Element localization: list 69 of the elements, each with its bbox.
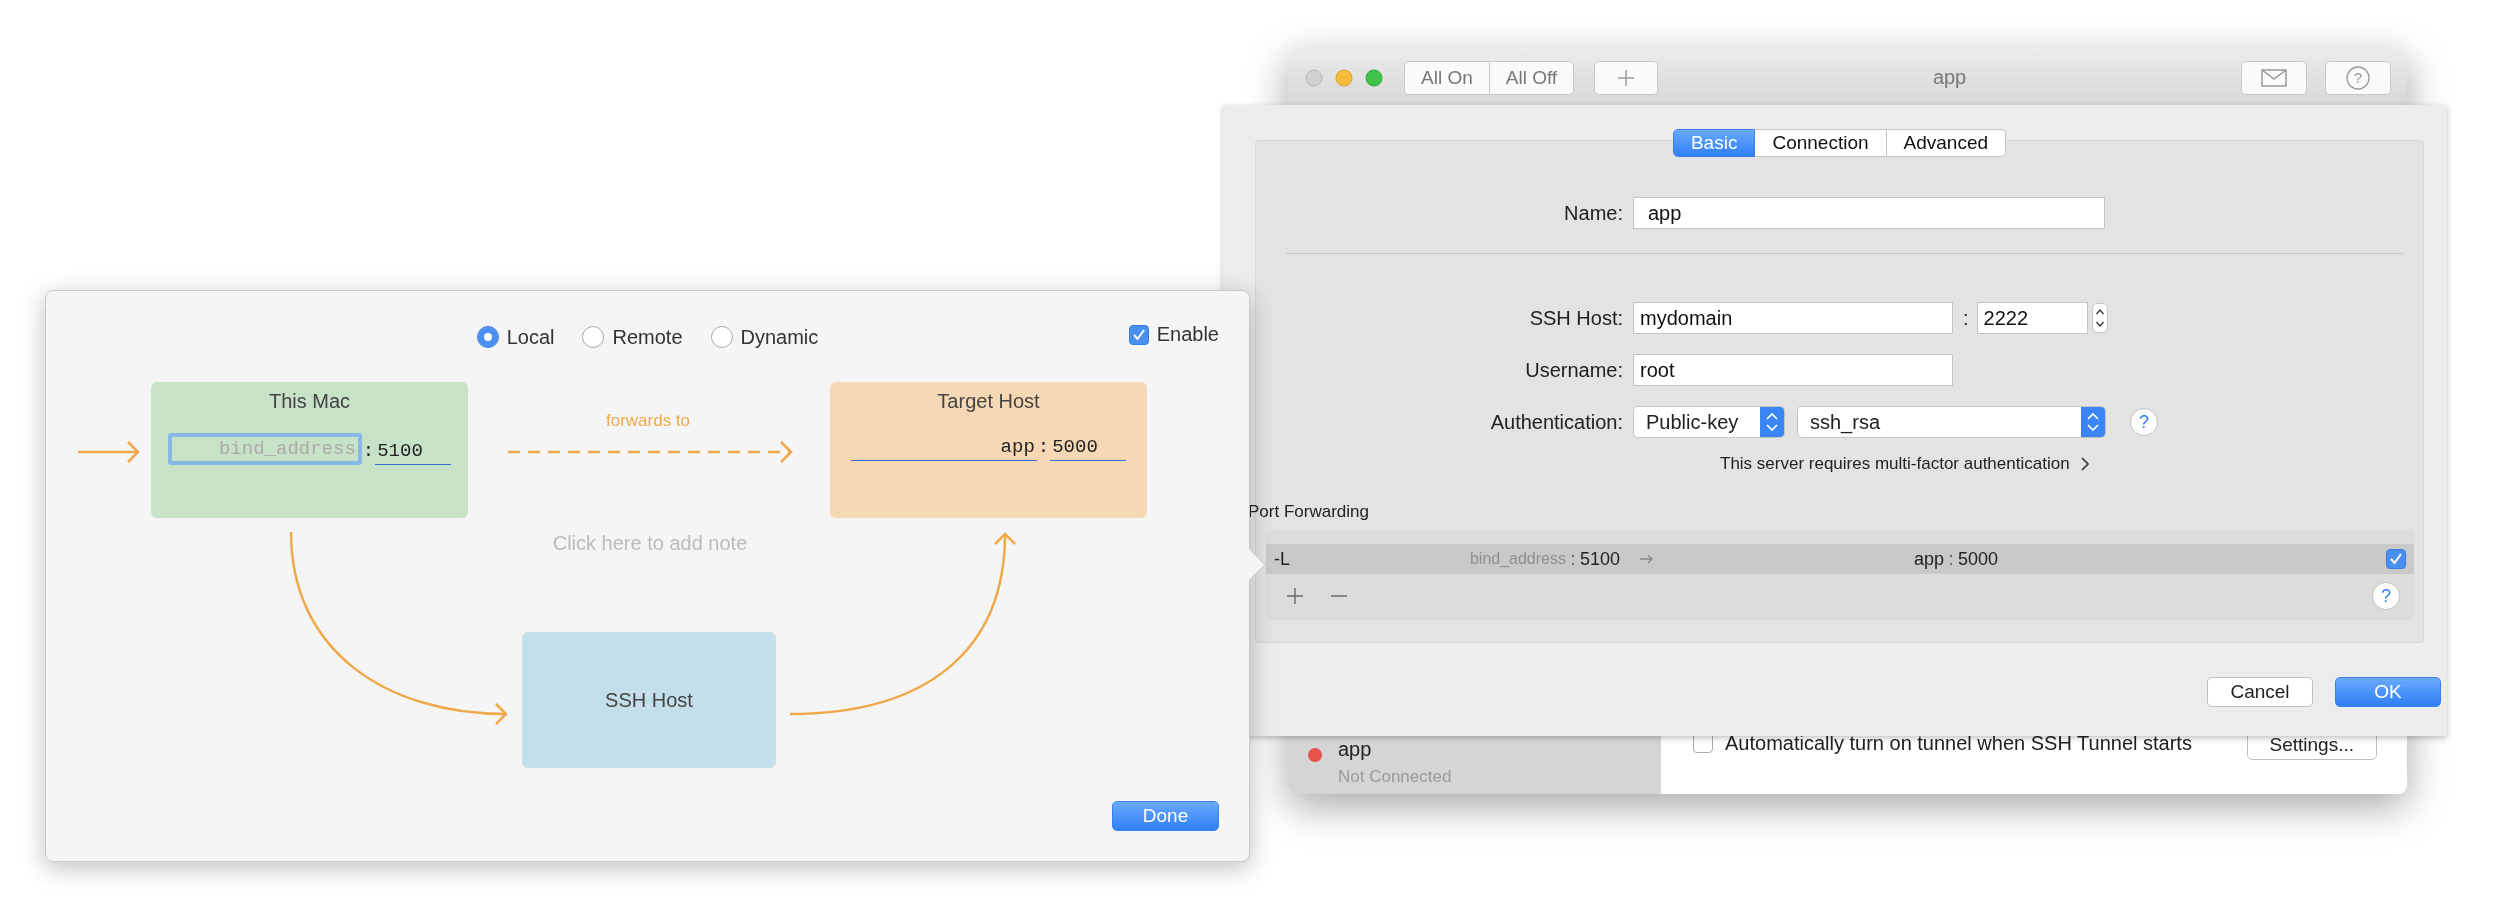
dropdown-value: ssh_rsa [1809, 410, 1882, 434]
tunnel-name: app [1338, 738, 1373, 761]
add-button[interactable] [1594, 60, 1659, 95]
help-icon: ? [2346, 65, 2370, 90]
username-field[interactable]: root [1633, 354, 1953, 386]
updown-icon [1760, 407, 1784, 437]
radio-button[interactable] [476, 326, 499, 348]
tab[interactable]: Advanced [1886, 129, 2007, 157]
incoming-arrow [76, 440, 140, 464]
forward-type: -L [1274, 548, 1291, 570]
field-label: Authentication: [1489, 410, 1623, 434]
mail-button[interactable] [2241, 60, 2307, 95]
separator: : [1947, 548, 1955, 570]
port-field[interactable]: 5000 [1050, 433, 1127, 461]
local-port: 5100 [1580, 548, 1622, 570]
field-label: SSH Host: [1528, 306, 1623, 330]
separator: : [1963, 306, 1969, 330]
bind-address-placeholder: bind_address [1468, 550, 1566, 568]
port-field[interactable]: 2222 [1976, 302, 2088, 334]
help-button[interactable]: ? [2130, 408, 2158, 436]
dialog-button[interactable]: Cancel [2207, 677, 2313, 707]
window-controls-icon[interactable] [1304, 67, 1386, 88]
tunnel-status: Not Connected [1338, 767, 1452, 787]
remote-port: 5000 [1958, 548, 2000, 570]
arrow-right-icon [1640, 554, 1654, 564]
radio-label: Remote [612, 325, 683, 349]
host-field[interactable]: mydomain [1633, 302, 1953, 334]
checkbox-label: Automatically turn on tunnel when SSH Tunnel starts [1725, 732, 2192, 755]
separator: : [361, 439, 376, 464]
radio-button[interactable] [582, 326, 605, 348]
node-title: SSH Host [605, 688, 693, 712]
window-title: app [1931, 66, 1968, 89]
mode-radio[interactable]: Local [476, 325, 555, 349]
note-field[interactable]: Click here to add note [498, 531, 802, 556]
forwarding-row[interactable]: -L bind_address : 5100 app : 5000 [1266, 544, 2414, 574]
toolbar-button[interactable]: All Off [1489, 60, 1575, 95]
link-label: forwards to [604, 411, 692, 431]
port-field[interactable]: 5100 [375, 437, 452, 465]
stepper-icon[interactable] [2091, 303, 2108, 333]
remote-host: app [1912, 548, 1944, 570]
mode-radio[interactable]: Dynamic [710, 325, 819, 349]
dropdown-value: Public-key [1645, 410, 1740, 434]
radio-button[interactable] [710, 326, 733, 348]
checkbox[interactable] [2386, 549, 2406, 569]
radio-label: Dynamic [740, 325, 819, 349]
separator: : [1036, 435, 1051, 460]
mfa-link[interactable]: This server requires multi-factor authentication [1720, 454, 2070, 474]
tab[interactable]: Connection [1755, 129, 1887, 157]
node-title: Target Host [937, 390, 1040, 413]
separator: : [1569, 548, 1577, 570]
plus-icon[interactable] [1286, 587, 1304, 605]
plus-icon [1616, 67, 1637, 88]
auth-method-dropdown[interactable]: Public-key [1633, 406, 1785, 438]
key-dropdown[interactable]: ssh_rsa [1797, 406, 2106, 438]
node-title: This Mac [268, 390, 351, 413]
field-label: Username: [1524, 358, 1623, 382]
updown-icon [2081, 407, 2105, 437]
field-label: Name: [1563, 201, 1623, 225]
checkbox[interactable] [1128, 324, 1149, 345]
checkbox-label: Enable [1156, 323, 1219, 346]
bind-address-field[interactable]: bind_address [167, 433, 362, 465]
envelope-icon [2261, 68, 2287, 87]
toolbar-button[interactable]: All On [1404, 60, 1490, 95]
chevron-right-icon [2079, 456, 2090, 472]
mode-radio[interactable]: Remote [582, 325, 683, 349]
host-field[interactable]: app [850, 433, 1037, 461]
name-field[interactable]: app [1633, 197, 2105, 229]
help-button[interactable]: ? [2372, 582, 2400, 610]
radio-label: Local [506, 325, 555, 349]
